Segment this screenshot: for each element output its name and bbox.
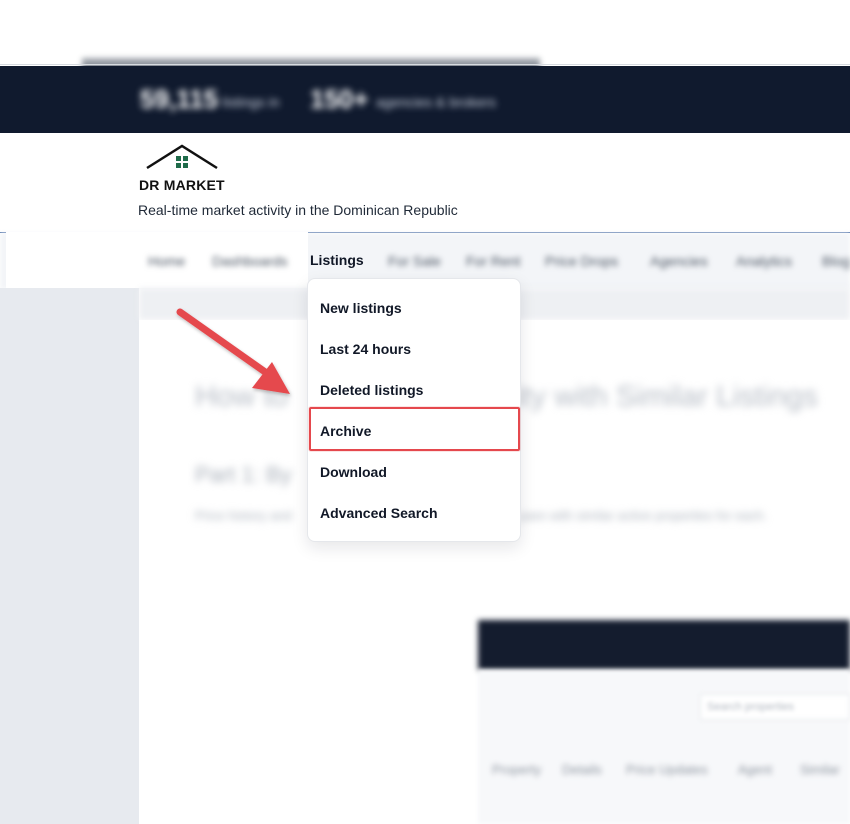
topbar-divider [0,64,850,65]
article-subtitle: Part 1: By [195,462,292,487]
embedded-search-field: Search properties [700,694,850,720]
embedded-tab: Property [492,762,542,777]
nav-item-for-sale[interactable]: For Sale [388,253,441,269]
stat-secondary-value: 150+ [310,84,369,114]
embedded-tab: Similar [800,762,840,777]
menu-item-last-24-hours[interactable]: Last 24 hours [320,341,411,357]
brand-name[interactable]: DR MARKET [139,177,225,193]
embedded-tab: Price Updates [626,762,708,777]
embedded-screenshot-header [478,620,850,670]
page-left-gutter-bottom [0,740,139,824]
stat-primary-label: listings in [222,94,280,110]
menu-item-new-listings[interactable]: New listings [320,300,402,316]
nav-item-for-rent[interactable]: For Rent [466,253,520,269]
nav-item-blog[interactable]: Blog [822,253,850,269]
embedded-tab: Agent [738,762,772,777]
nav-item-home[interactable]: Home [148,253,185,269]
annotation-arrow-icon [176,308,290,394]
brand-tagline: Real-time market activity in the Dominic… [138,202,458,218]
nav-item-listings[interactable]: Listings [310,252,364,268]
article-paragraph-left: Price history and [195,508,292,523]
nav-item-analytics[interactable]: Analytics [736,253,792,269]
embedded-tab: Details [562,762,602,777]
stat-primary-value: 59,115 [140,84,219,114]
house-roof-icon[interactable] [145,144,219,174]
menu-item-download[interactable]: Download [320,464,387,480]
nav-item-dashboards[interactable]: Dashboards [212,253,288,269]
menu-item-deleted-listings[interactable]: Deleted listings [320,382,423,398]
archive-highlight-box [309,407,520,451]
article-title-right: ity with Similar Listings [516,380,818,413]
nav-item-price-drops[interactable]: Price Drops [545,253,618,269]
stat-secondary-label: agencies & brokers [376,94,496,110]
article-paragraph-right: pare with similar active properties for … [520,508,768,523]
nav-item-agencies[interactable]: Agencies [650,253,708,269]
menu-item-advanced-search[interactable]: Advanced Search [320,505,438,521]
